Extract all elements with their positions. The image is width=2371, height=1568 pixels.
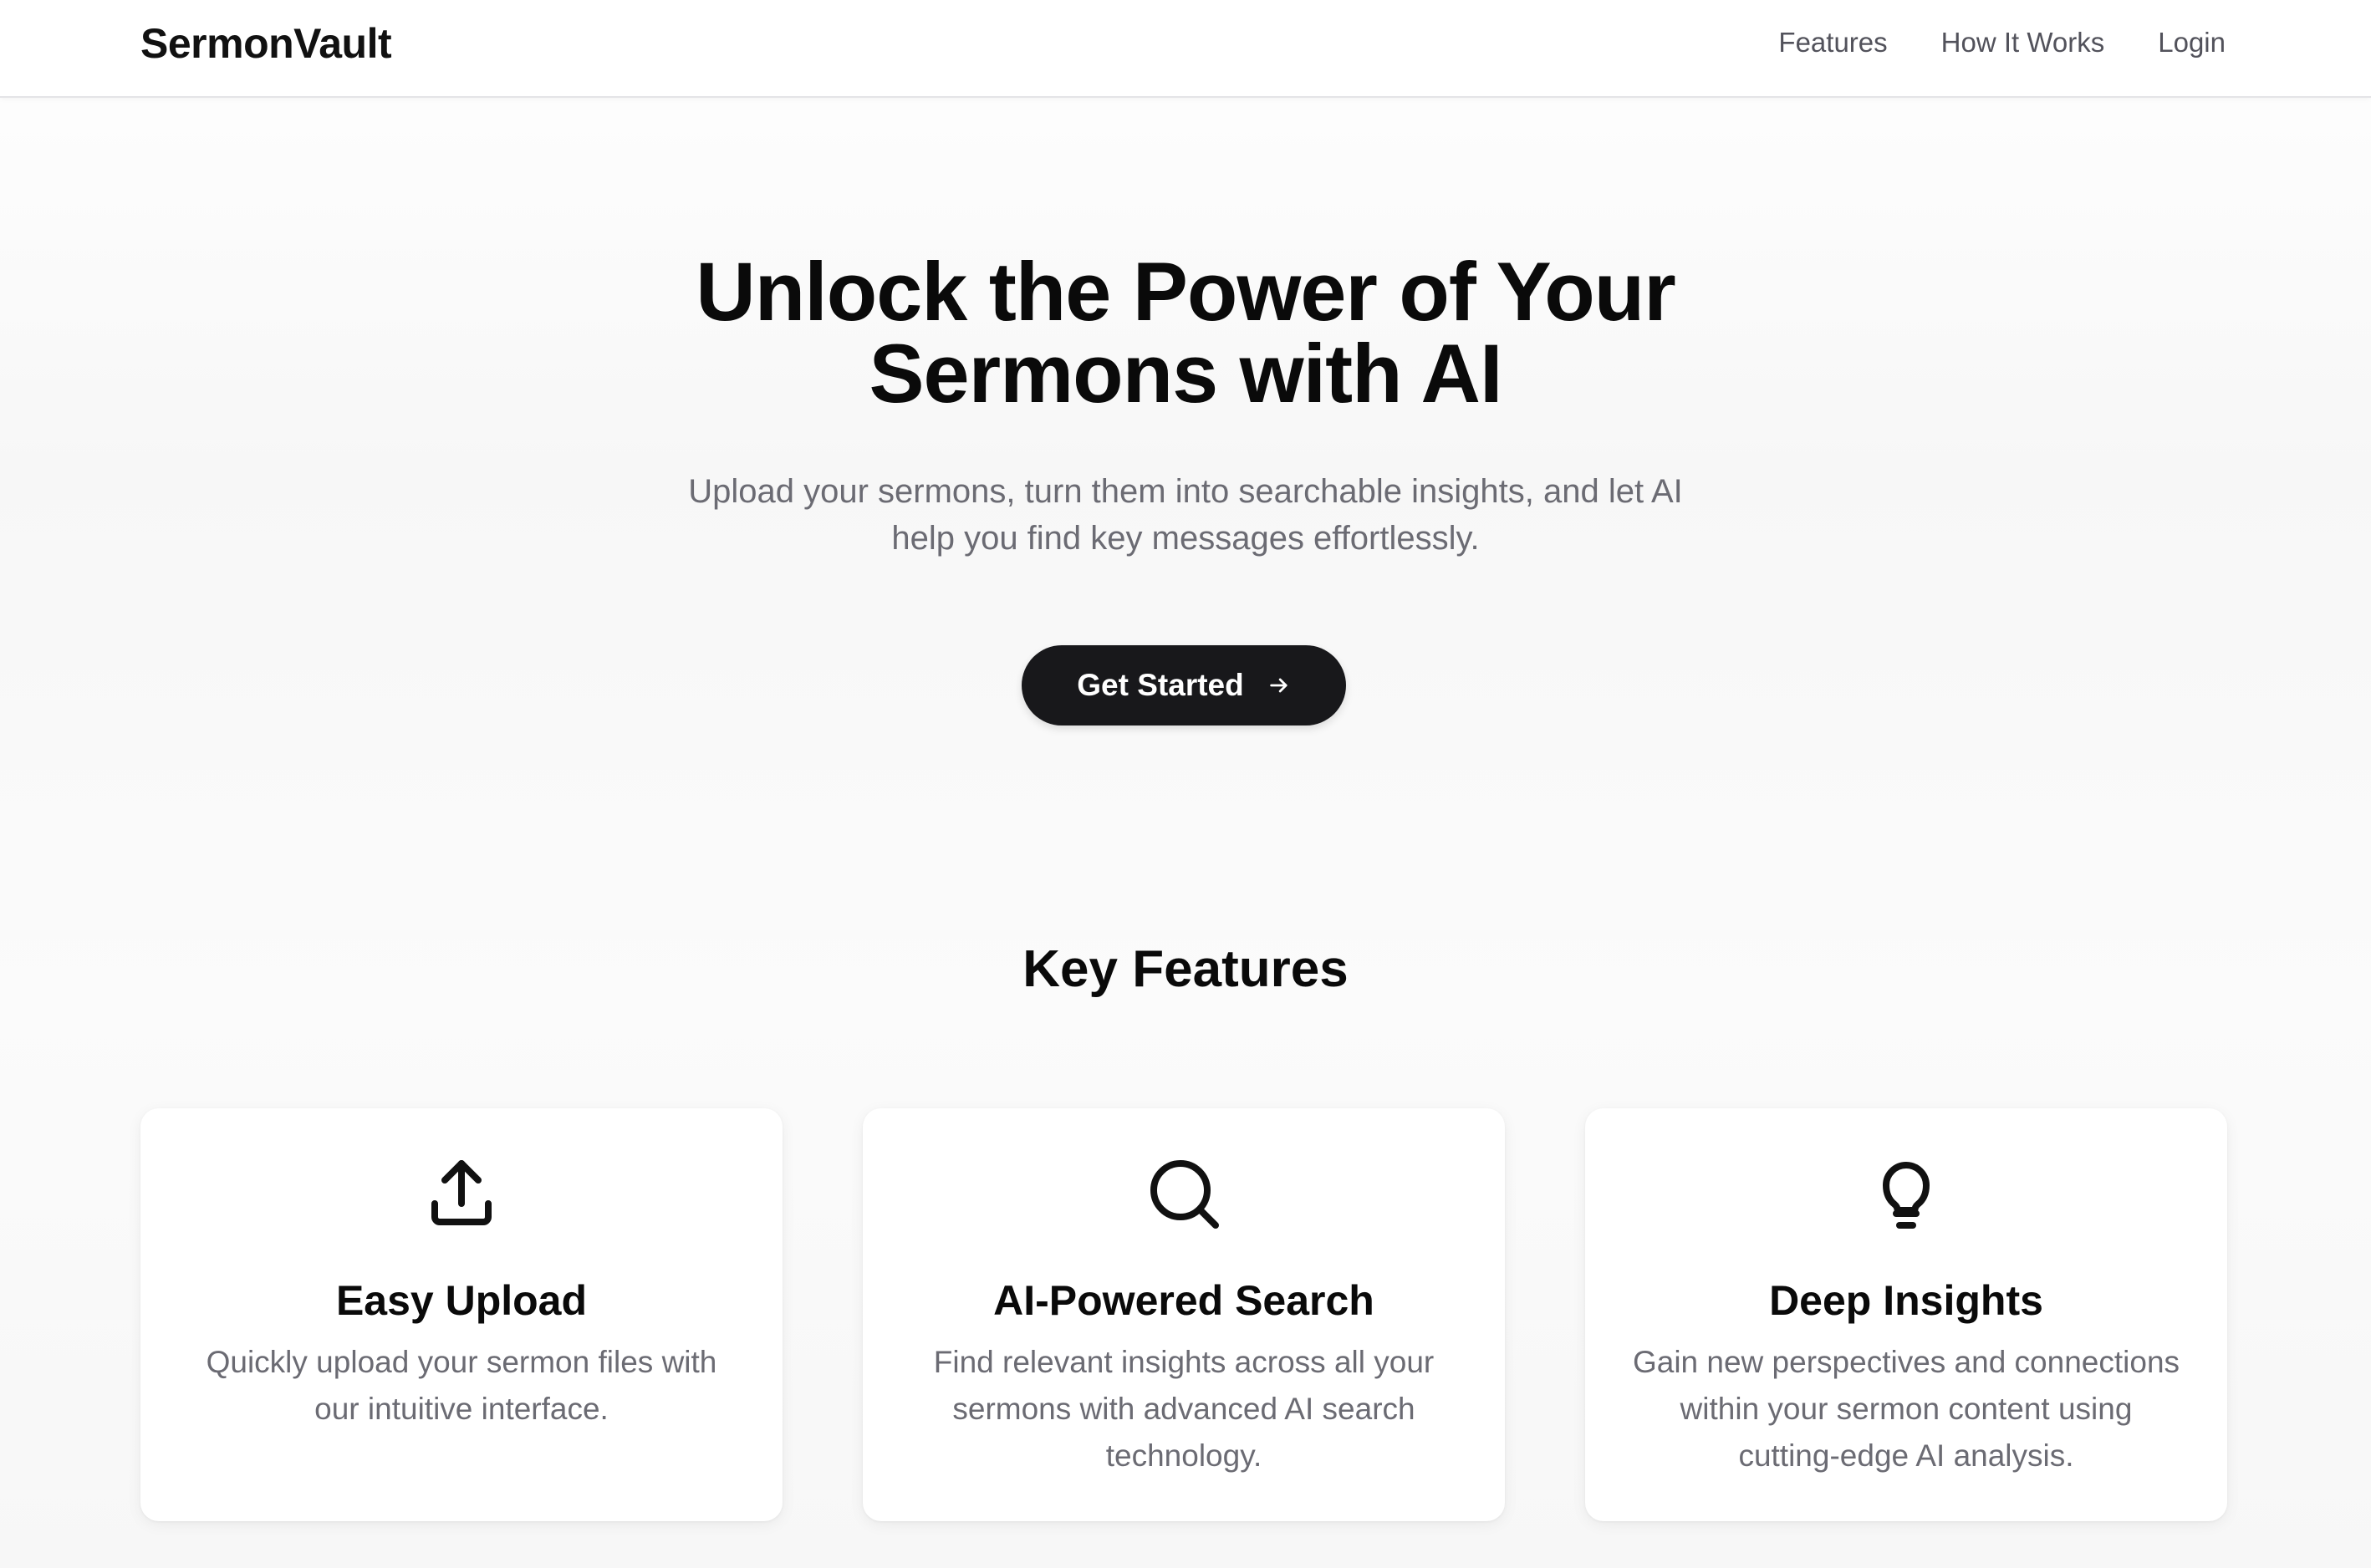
features-heading: Key Features [1022,940,1349,998]
hero-title: Unlock the Power of Your Sermons with AI [0,250,2371,415]
lightbulb-icon [1585,1153,2227,1234]
main-nav: Features How It Works Login [1778,23,2226,62]
nav-login-link[interactable]: Login [2158,23,2226,62]
nav-how-it-works-link[interactable]: How It Works [1941,23,2105,62]
hero-subtitle-line-2: help you find key messages effortlessly. [891,520,1480,557]
nav-features-link[interactable]: Features [1778,23,1887,62]
feature-card-search: AI-Powered Search Find relevant insights… [863,1108,1505,1521]
top-navbar: SermonVault Features How It Works Login [0,0,2371,98]
feature-title: Easy Upload [335,1277,588,1324]
brand-logo[interactable]: SermonVault [140,18,392,69]
feature-title: AI-Powered Search [993,1277,1374,1324]
feature-description: Find relevant insights across all your s… [933,1345,1435,1473]
feature-card-insights: Deep Insights Gain new perspectives and … [1585,1108,2227,1521]
arrow-right-icon [1267,674,1291,697]
upload-icon [140,1153,783,1234]
hero-subtitle: Upload your sermons, turn them into sear… [600,468,1771,562]
hero-subtitle-line-1: Upload your sermons, turn them into sear… [688,473,1683,510]
hero-title-line-2: Sermons with AI [869,327,1503,420]
feature-description: Gain new perspectives and connections wi… [1632,1345,2180,1473]
get-started-button[interactable]: Get Started [1022,645,1346,725]
feature-card-upload: Easy Upload Quickly upload your sermon f… [140,1108,783,1521]
hero-title-line-1: Unlock the Power of Your [696,245,1675,338]
feature-title: Deep Insights [1769,1277,2043,1324]
search-icon [863,1153,1505,1234]
get-started-label: Get Started [1077,668,1244,702]
feature-description: Quickly upload your sermon files with ou… [206,1345,717,1426]
